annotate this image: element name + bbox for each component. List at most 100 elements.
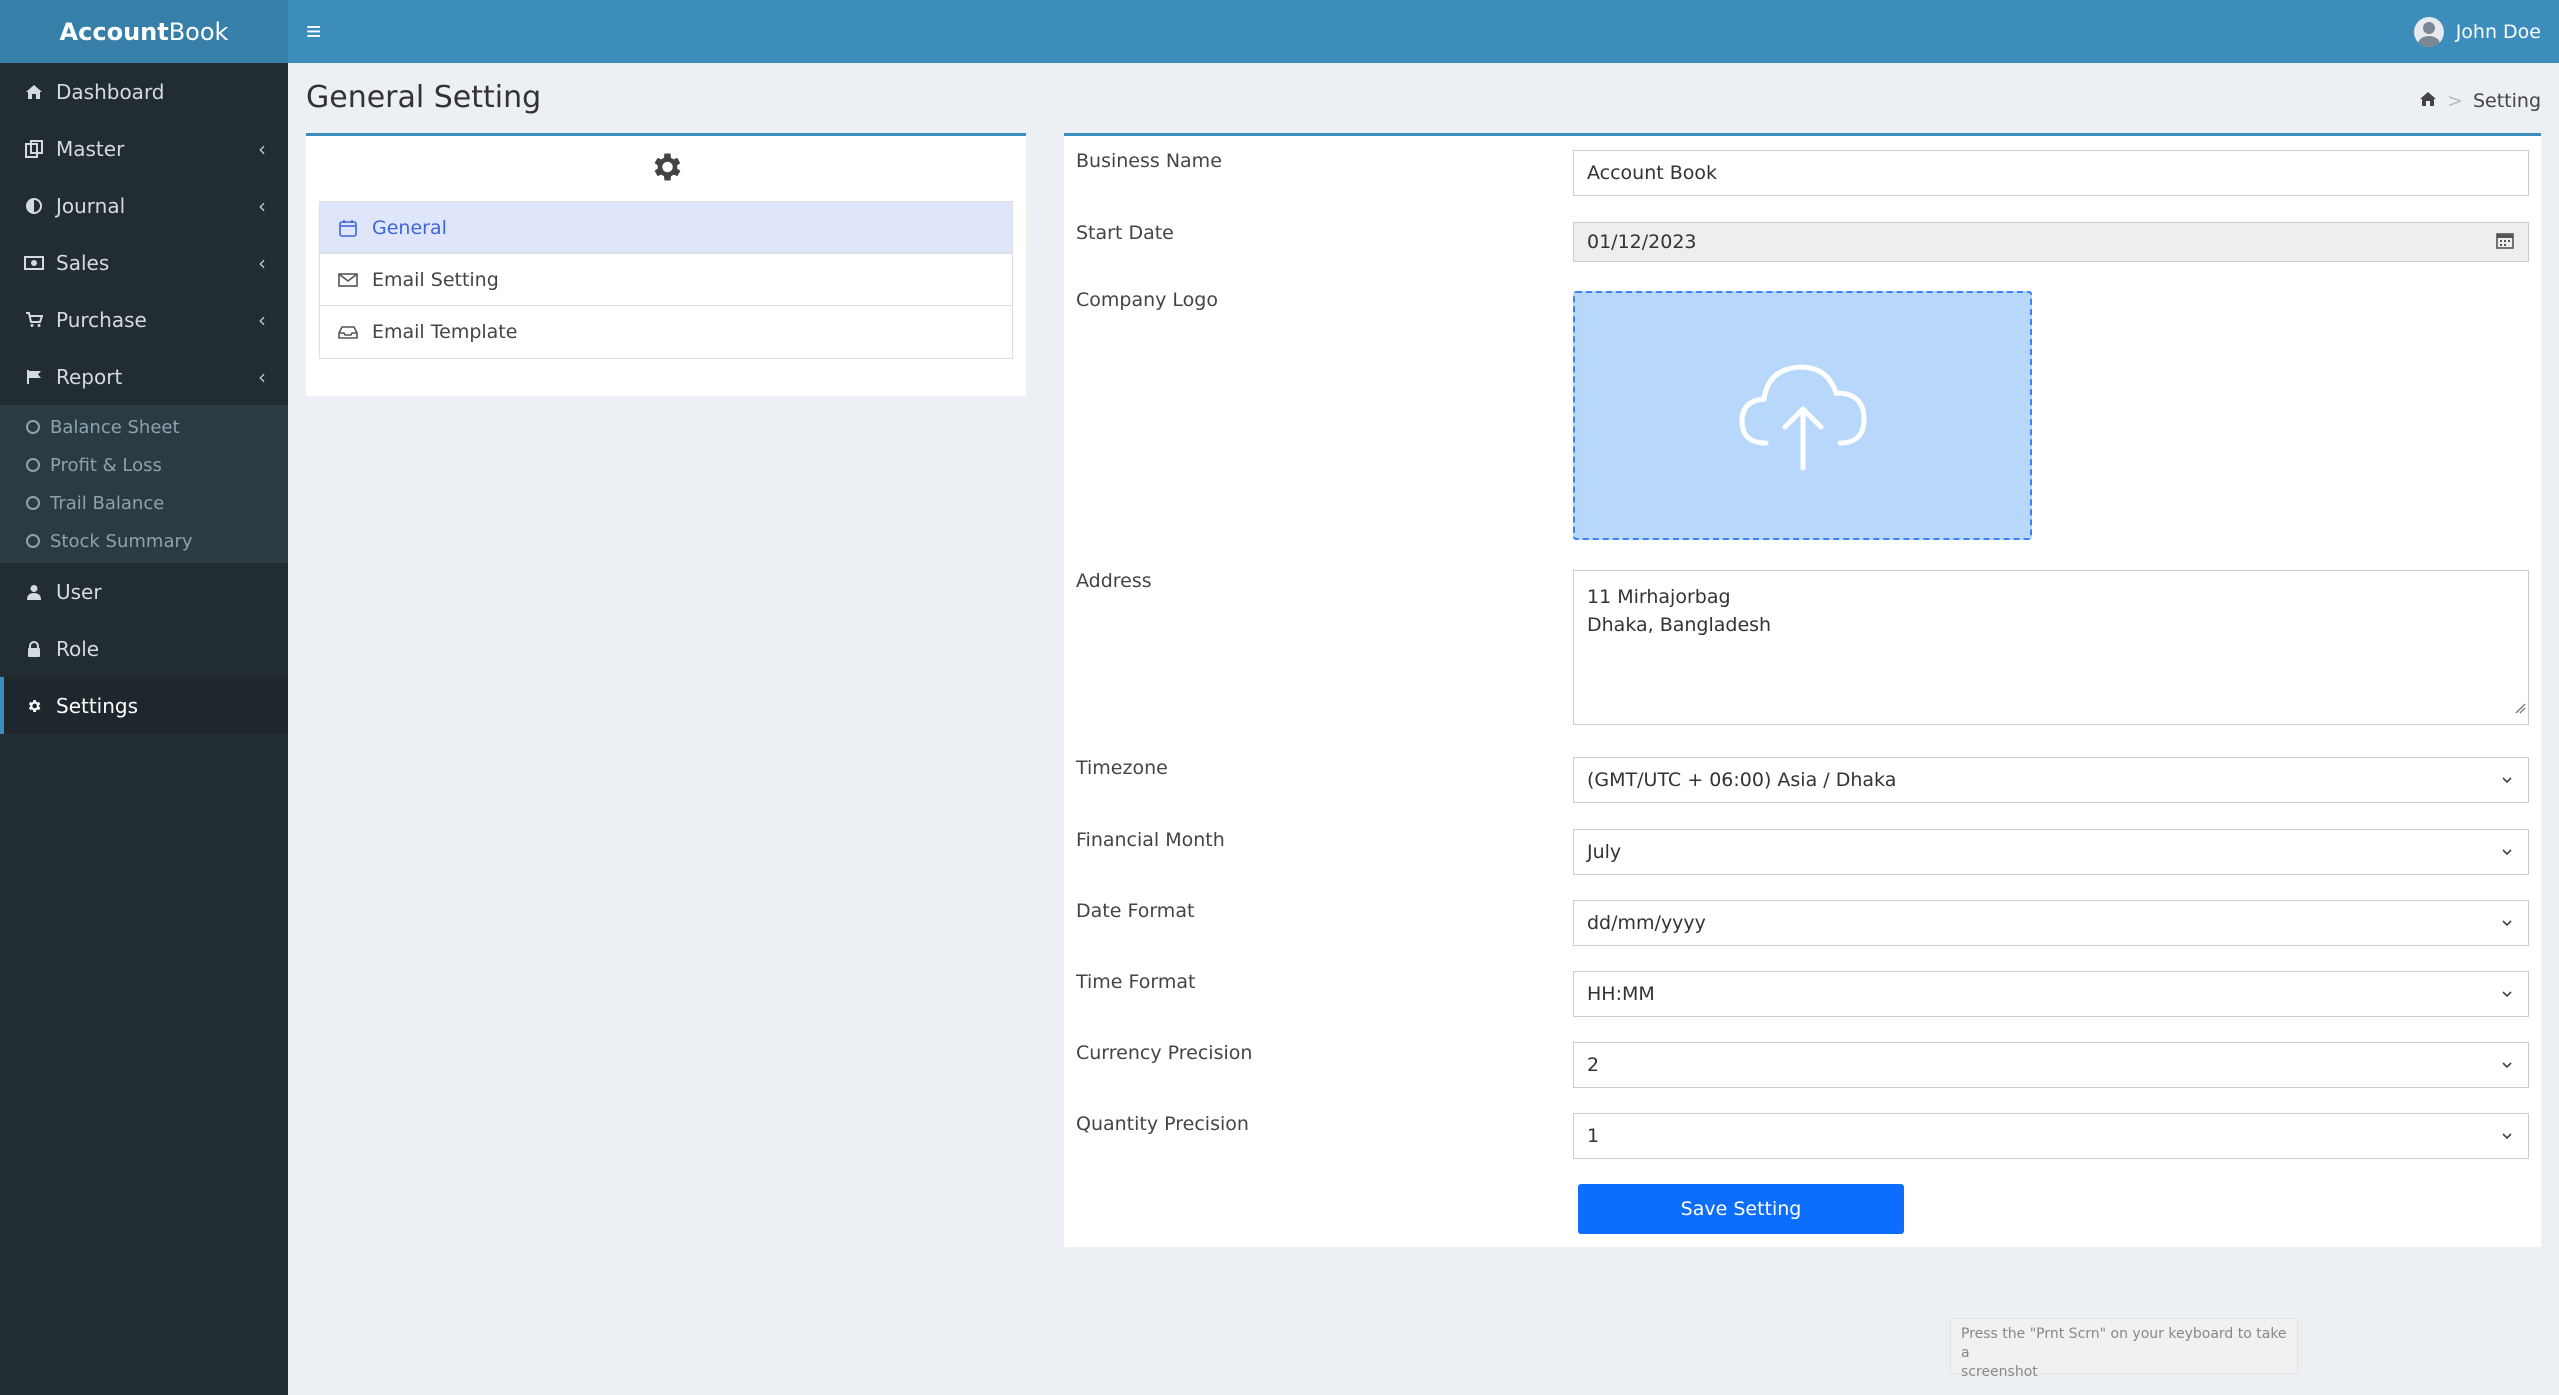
sidebar-item-label: Journal bbox=[56, 193, 126, 218]
chevron-down-icon bbox=[2500, 987, 2514, 1001]
inbox-icon bbox=[338, 324, 360, 340]
chevron-down-icon bbox=[2500, 773, 2514, 787]
quantity-precision-label: Quantity Precision bbox=[1076, 1113, 1249, 1135]
report-submenu: Balance Sheet Profit & Loss Trail Balanc… bbox=[0, 405, 288, 563]
subitem-label: Balance Sheet bbox=[50, 416, 180, 438]
settings-nav-panel: General Email Setting Email Template bbox=[306, 133, 1026, 396]
screenshot-tooltip: Press the "Prnt Scrn" on your keyboard t… bbox=[1950, 1318, 2298, 1380]
sidebar-item-label: Sales bbox=[56, 250, 110, 275]
calendar-icon[interactable] bbox=[2496, 231, 2514, 254]
date-format-value: dd/mm/yyyy bbox=[1587, 912, 1706, 934]
cloud-upload-icon bbox=[1728, 353, 1878, 478]
sidebar-menu: Dashboard Master ‹ Journal ‹ Sales ‹ Pur… bbox=[0, 63, 288, 734]
timezone-value: (GMT/UTC + 06:00) Asia / Dhaka bbox=[1587, 769, 1897, 791]
sidebar-item-role[interactable]: Role bbox=[0, 620, 288, 677]
sidebar-item-sales[interactable]: Sales ‹ bbox=[0, 234, 288, 291]
settings-nav-label: Email Template bbox=[372, 321, 518, 343]
breadcrumb: > Setting bbox=[2419, 90, 2541, 112]
subitem-label: Trail Balance bbox=[50, 492, 165, 514]
cart-icon bbox=[22, 311, 46, 328]
business-name-label: Business Name bbox=[1076, 150, 1222, 172]
date-format-select[interactable]: dd/mm/yyyy bbox=[1573, 900, 2529, 946]
sidebar-item-dashboard[interactable]: Dashboard bbox=[0, 63, 288, 120]
date-format-label: Date Format bbox=[1076, 900, 1195, 922]
home-icon bbox=[22, 84, 46, 100]
user-menu[interactable]: John Doe bbox=[2413, 16, 2541, 47]
envelope-icon bbox=[338, 272, 360, 288]
financial-month-label: Financial Month bbox=[1076, 829, 1225, 851]
start-date-field[interactable]: 01/12/2023 bbox=[1573, 222, 2529, 262]
sidebar-item-report[interactable]: Report ‹ bbox=[0, 348, 288, 405]
time-format-select[interactable]: HH:MM bbox=[1573, 971, 2529, 1017]
sidebar-item-journal[interactable]: Journal ‹ bbox=[0, 177, 288, 234]
circle-icon bbox=[26, 420, 40, 434]
user-icon bbox=[22, 584, 46, 600]
quantity-precision-select[interactable]: 1 bbox=[1573, 1113, 2529, 1159]
sidebar-item-purchase[interactable]: Purchase ‹ bbox=[0, 291, 288, 348]
general-setting-form: Business Name Account Book Start Date 01… bbox=[1064, 133, 2541, 1247]
settings-nav: General Email Setting Email Template bbox=[319, 201, 1013, 359]
chevron-left-icon: ‹ bbox=[258, 250, 266, 275]
sidebar: Account Book Dashboard Master ‹ Journal ‹ bbox=[0, 0, 288, 1395]
sidebar-item-master[interactable]: Master ‹ bbox=[0, 120, 288, 177]
currency-precision-label: Currency Precision bbox=[1076, 1042, 1253, 1064]
quantity-precision-value: 1 bbox=[1587, 1125, 1600, 1147]
start-date-label: Start Date bbox=[1076, 222, 1174, 244]
sidebar-item-label: Purchase bbox=[56, 307, 147, 332]
gear-icon bbox=[648, 149, 684, 190]
sidebar-subitem-trail-balance[interactable]: Trail Balance bbox=[0, 484, 288, 522]
business-name-value: Account Book bbox=[1587, 162, 1718, 184]
circle-icon bbox=[26, 534, 40, 548]
sidebar-item-label: Role bbox=[56, 636, 100, 661]
chevron-down-icon bbox=[2500, 916, 2514, 930]
currency-precision-value: 2 bbox=[1587, 1054, 1600, 1076]
copy-icon bbox=[22, 139, 46, 158]
money-icon bbox=[22, 255, 46, 270]
time-format-label: Time Format bbox=[1076, 971, 1196, 993]
home-icon[interactable] bbox=[2419, 90, 2437, 112]
lock-icon bbox=[22, 640, 46, 657]
settings-nav-general[interactable]: General bbox=[320, 202, 1012, 254]
sidebar-subitem-stock-summary[interactable]: Stock Summary bbox=[0, 522, 288, 560]
calendar-icon bbox=[338, 218, 360, 238]
half-circle-icon bbox=[22, 197, 46, 214]
sidebar-item-label: Report bbox=[56, 364, 123, 389]
resize-handle-icon[interactable] bbox=[2514, 694, 2526, 722]
sidebar-item-settings[interactable]: Settings bbox=[0, 677, 288, 734]
app-name-bold: Account bbox=[59, 17, 169, 46]
sidebar-item-user[interactable]: User bbox=[0, 563, 288, 620]
circle-icon bbox=[26, 458, 40, 472]
chevron-down-icon bbox=[2500, 1058, 2514, 1072]
chevron-left-icon: ‹ bbox=[258, 364, 266, 389]
logo-upload-dropzone[interactable] bbox=[1573, 291, 2032, 540]
user-name: John Doe bbox=[2455, 20, 2541, 43]
save-setting-button[interactable]: Save Setting bbox=[1578, 1184, 1904, 1234]
company-logo-label: Company Logo bbox=[1076, 289, 1218, 311]
chevron-down-icon bbox=[2500, 845, 2514, 859]
financial-month-select[interactable]: July bbox=[1573, 829, 2529, 875]
circle-icon bbox=[26, 496, 40, 510]
subitem-label: Profit & Loss bbox=[50, 454, 162, 476]
address-label: Address bbox=[1076, 570, 1152, 592]
page-title: General Setting bbox=[306, 80, 542, 115]
menu-toggle-icon[interactable]: ≡ bbox=[306, 16, 321, 47]
breadcrumb-current: Setting bbox=[2472, 90, 2541, 112]
address-line-1: 11 Mirhajorbag bbox=[1587, 586, 1731, 608]
tooltip-line-1: Press the "Prnt Scrn" on your keyboard t… bbox=[1961, 1326, 2287, 1361]
sidebar-subitem-balance-sheet[interactable]: Balance Sheet bbox=[0, 408, 288, 446]
gear-icon bbox=[22, 698, 46, 714]
avatar bbox=[2413, 16, 2444, 47]
app-logo[interactable]: Account Book bbox=[0, 0, 288, 63]
currency-precision-select[interactable]: 2 bbox=[1573, 1042, 2529, 1088]
timezone-select[interactable]: (GMT/UTC + 06:00) Asia / Dhaka bbox=[1573, 757, 2529, 803]
financial-month-value: July bbox=[1587, 841, 1622, 863]
settings-nav-email-setting[interactable]: Email Setting bbox=[320, 254, 1012, 306]
sidebar-item-label: Dashboard bbox=[56, 79, 165, 104]
settings-nav-label: Email Setting bbox=[372, 268, 499, 291]
address-textarea[interactable]: 11 Mirhajorbag Dhaka, Bangladesh bbox=[1573, 570, 2529, 725]
sidebar-subitem-profit-loss[interactable]: Profit & Loss bbox=[0, 446, 288, 484]
business-name-field[interactable]: Account Book bbox=[1573, 150, 2529, 196]
chevron-left-icon: ‹ bbox=[258, 307, 266, 332]
subitem-label: Stock Summary bbox=[50, 530, 193, 552]
settings-nav-email-template[interactable]: Email Template bbox=[320, 306, 1012, 358]
